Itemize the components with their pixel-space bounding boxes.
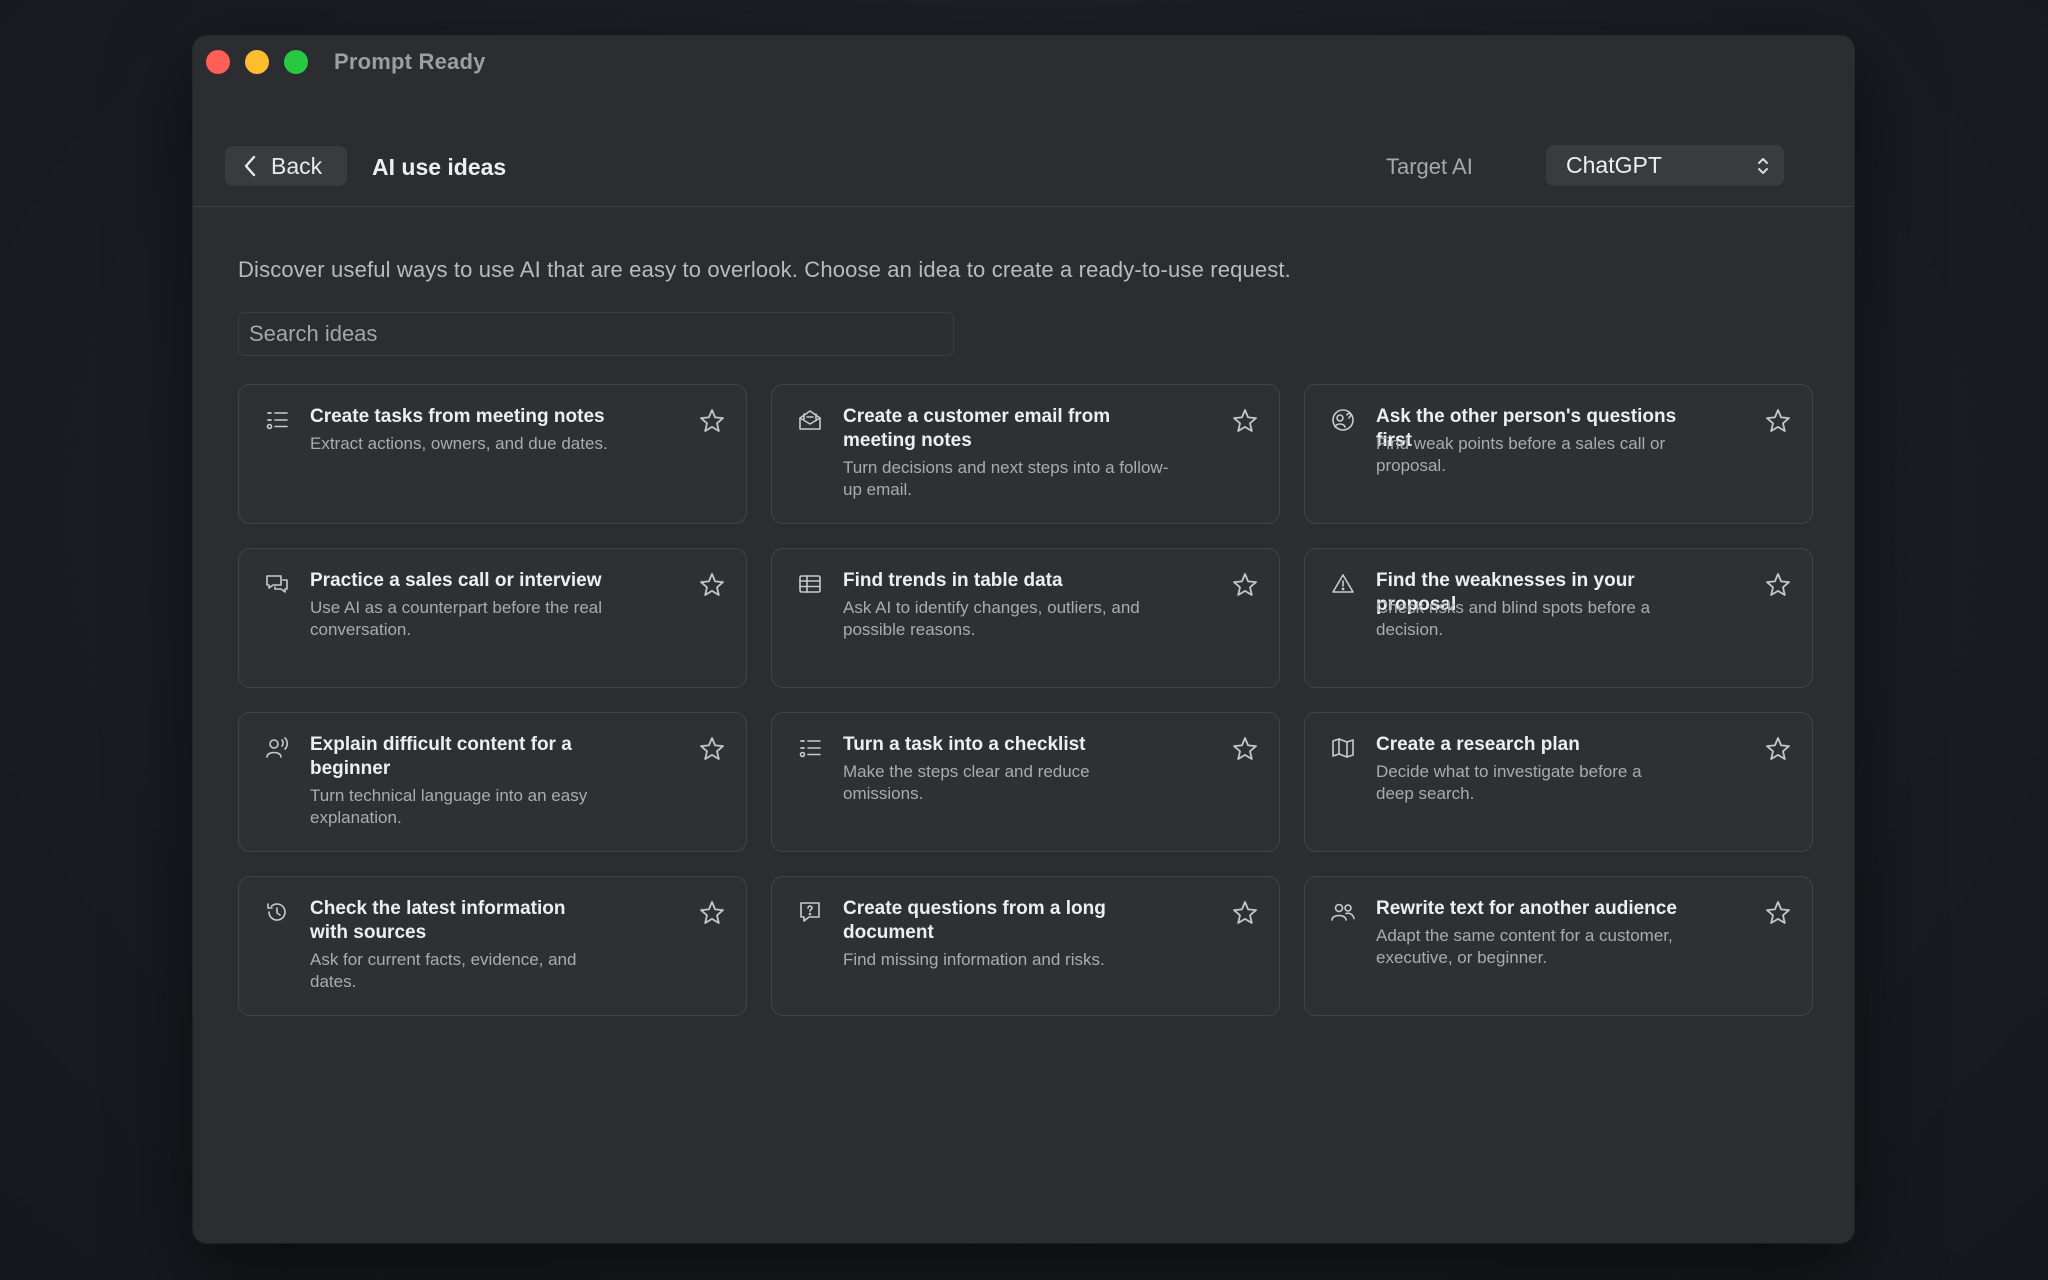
target-ai-select[interactable]: ChatGPT [1546, 145, 1784, 186]
idea-title: Create a research plan [1376, 734, 1580, 755]
favorite-star-icon[interactable] [1764, 571, 1792, 599]
search-input[interactable] [238, 312, 954, 356]
desktop-background: Prompt Ready Back AI use ideas Target AI… [0, 0, 2048, 1280]
toolbar: Back AI use ideas Target AI ChatGPT [193, 88, 1854, 207]
favorite-star-icon[interactable] [1231, 735, 1259, 763]
favorite-star-icon[interactable] [1231, 407, 1259, 435]
idea-title: Create a customer email from meeting not… [843, 406, 1111, 451]
people-icon [1330, 899, 1356, 925]
minimize-window-button[interactable] [245, 50, 269, 74]
chevron-up-down-icon [1758, 158, 1768, 174]
idea-title: Create tasks from meeting notes [310, 406, 605, 427]
history-icon [264, 899, 290, 925]
intro-text: Discover useful ways to use AI that are … [238, 257, 1291, 282]
favorite-star-icon[interactable] [1231, 571, 1259, 599]
main-content: Discover useful ways to use AI that are … [193, 208, 1854, 1243]
chat-bubbles-icon [264, 571, 290, 597]
idea-card[interactable]: Create a customer email from meeting not… [771, 384, 1280, 524]
idea-title: Find trends in table data [843, 570, 1063, 591]
idea-card[interactable]: Check the latest information with source… [238, 876, 747, 1016]
back-button[interactable]: Back [225, 146, 347, 186]
person-question-icon [1330, 407, 1356, 433]
favorite-star-icon[interactable] [698, 899, 726, 927]
favorite-star-icon[interactable] [1764, 735, 1792, 763]
idea-card[interactable]: Ask the other person's questions first Fi… [1304, 384, 1813, 524]
idea-description: Extract actions, owners, and due dates. [310, 434, 608, 453]
idea-card[interactable]: Find the weaknesses in your proposal Chec… [1304, 548, 1813, 688]
target-ai-value: ChatGPT [1566, 152, 1662, 178]
idea-description: Make the steps clear and reduce omission… [843, 762, 1090, 803]
question-bubble-icon [797, 899, 823, 925]
idea-card[interactable]: Practice a sales call or interview Use AI… [238, 548, 747, 688]
idea-description: Adapt the same content for a customer, e… [1376, 926, 1673, 967]
maximize-window-button[interactable] [284, 50, 308, 74]
idea-description: Check risks and blind spots before a dec… [1376, 598, 1651, 639]
app-window: Prompt Ready Back AI use ideas Target AI… [193, 36, 1854, 1243]
favorite-star-icon[interactable] [1764, 407, 1792, 435]
warning-icon [1330, 571, 1356, 597]
favorite-star-icon[interactable] [698, 571, 726, 599]
favorite-star-icon[interactable] [1231, 899, 1259, 927]
checklist-icon [797, 735, 823, 761]
close-window-button[interactable] [206, 50, 230, 74]
idea-description: Turn decisions and next steps into a fol… [843, 458, 1169, 499]
idea-title: Practice a sales call or interview [310, 570, 602, 591]
idea-title: Check the latest information with source… [310, 898, 566, 943]
idea-description: Ask AI to identify changes, outliers, an… [843, 598, 1140, 639]
idea-card[interactable]: Find trends in table data Ask AI to ident… [771, 548, 1280, 688]
idea-description: Turn technical language into an easy exp… [310, 786, 588, 827]
idea-card[interactable]: Create questions from a long document Fin… [771, 876, 1280, 1016]
idea-card[interactable]: Turn a task into a checklist Make the ste… [771, 712, 1280, 852]
page-title: AI use ideas [372, 154, 507, 180]
window-title: Prompt Ready [334, 49, 486, 74]
idea-card[interactable]: Create tasks from meeting notes Extract a… [238, 384, 747, 524]
idea-description: Use AI as a counterpart before the real … [310, 598, 603, 639]
task-list-icon [264, 407, 290, 433]
favorite-star-icon[interactable] [1764, 899, 1792, 927]
idea-title: Turn a task into a checklist [843, 734, 1086, 755]
idea-description: Ask for current facts, evidence, and dat… [310, 950, 577, 991]
target-ai-label: Target AI [1386, 154, 1473, 179]
ideas-grid: Create tasks from meeting notes Extract a… [238, 384, 1816, 1016]
idea-card[interactable]: Create a research plan Decide what to inv… [1304, 712, 1813, 852]
idea-description: Find missing information and risks. [843, 950, 1105, 969]
idea-title: Rewrite text for another audience [1376, 898, 1677, 919]
idea-title: Explain difficult content for a beginner [310, 734, 572, 779]
idea-title: Create questions from a long document [843, 898, 1106, 943]
table-icon [797, 571, 823, 597]
back-button-label: Back [271, 152, 323, 179]
mail-open-icon [797, 407, 823, 433]
map-icon [1330, 735, 1356, 761]
person-speaking-icon [264, 735, 290, 761]
favorite-star-icon[interactable] [698, 407, 726, 435]
chevron-left-icon [244, 155, 256, 177]
idea-card[interactable]: Rewrite text for another audience Adapt t… [1304, 876, 1813, 1016]
idea-description: Decide what to investigate before a deep… [1376, 762, 1642, 803]
favorite-star-icon[interactable] [698, 735, 726, 763]
idea-description: Find weak points before a sales call or … [1376, 434, 1666, 475]
idea-card[interactable]: Explain difficult content for a beginner… [238, 712, 747, 852]
title-bar[interactable]: Prompt Ready [193, 36, 1854, 88]
